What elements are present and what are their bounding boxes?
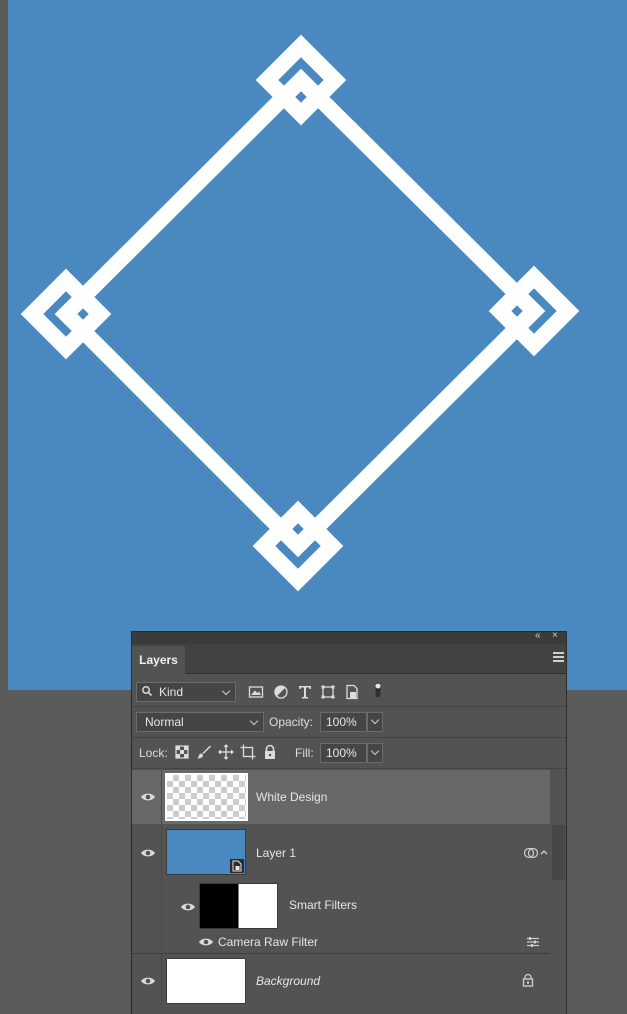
layer-thumbnail-blue — [166, 829, 246, 875]
diamond-outline — [54, 68, 546, 558]
filter-kind-label: Kind — [159, 685, 184, 699]
layer-row-white-design[interactable]: White Design — [132, 770, 550, 824]
lock-transparent-pixels-icon[interactable] — [174, 744, 190, 760]
close-panel-button[interactable]: × — [552, 630, 558, 641]
visibility-eye-icon[interactable] — [198, 936, 214, 948]
blend-mode-dropdown[interactable]: Normal — [136, 712, 264, 732]
opacity-label: Opacity: — [269, 715, 314, 729]
smart-filter-effects-icon[interactable] — [523, 845, 539, 861]
lock-position-move-icon[interactable] — [218, 744, 234, 760]
white-design-artwork — [20, 34, 580, 592]
smart-object-badge-icon — [230, 859, 244, 873]
layer-name[interactable]: White Design — [256, 790, 327, 804]
layer-row-layer-1[interactable]: Layer 1 — [132, 825, 550, 955]
visibility-eye-icon[interactable] — [140, 847, 156, 859]
layer-thumbnail-transparent — [165, 773, 248, 821]
visibility-eye-icon[interactable] — [140, 975, 156, 987]
collapse-panel-button[interactable]: « — [535, 630, 541, 641]
layer-name[interactable]: Camera Raw Filter — [218, 935, 318, 949]
lock-row: Lock: Fill: 100% — [132, 738, 566, 768]
opacity-dropdown-button[interactable] — [367, 712, 383, 732]
tab-layers[interactable]: Layers — [132, 646, 185, 674]
lock-label: Lock: — [139, 746, 168, 760]
smart-filter-mask-thumbnail — [199, 883, 278, 929]
visibility-eye-icon[interactable] — [180, 901, 196, 913]
layers-scrollbar-thumb[interactable] — [552, 825, 565, 880]
blend-row: Normal Opacity: 100% — [132, 707, 566, 737]
layer-row-camera-raw-filter[interactable]: Camera Raw Filter — [132, 932, 550, 953]
panel-menu-icon[interactable] — [553, 652, 564, 664]
filter-row: Kind — [132, 674, 566, 706]
opacity-input[interactable]: 100% — [320, 712, 367, 732]
lock-artboard-icon[interactable] — [240, 744, 256, 760]
lock-all-icon[interactable] — [262, 744, 278, 760]
chevron-up-icon[interactable] — [539, 847, 549, 857]
fill-input[interactable]: 100% — [320, 743, 367, 763]
panel-title-strip: « × — [132, 630, 566, 644]
panel-tab-row: Layers — [132, 644, 566, 674]
fill-label: Fill: — [295, 746, 314, 760]
blend-mode-value: Normal — [145, 715, 184, 729]
layer-name[interactable]: Smart Filters — [289, 898, 357, 912]
document-canvas[interactable] — [8, 0, 627, 690]
layer-row-smart-filters[interactable]: Smart Filters — [132, 880, 550, 932]
layer-name[interactable]: Layer 1 — [256, 846, 296, 860]
layer-name[interactable]: Background — [256, 974, 320, 988]
lock-image-pixels-brush-icon[interactable] — [196, 744, 212, 760]
visibility-eye-icon[interactable] — [140, 791, 156, 803]
filter-toggle-icon[interactable] — [370, 682, 386, 698]
filter-shape-icon[interactable] — [320, 684, 336, 700]
filter-pixel-icon[interactable] — [248, 684, 264, 700]
fill-dropdown-button[interactable] — [367, 743, 383, 763]
filter-adjustment-icon[interactable] — [273, 684, 289, 700]
search-icon — [142, 686, 153, 697]
layers-panel: « × Layers Kind Normal Opacity: 100% Loc… — [131, 630, 567, 1014]
filter-kind-dropdown[interactable]: Kind — [136, 682, 236, 702]
layer-row-background[interactable]: Background — [132, 954, 550, 1008]
filter-blending-options-icon[interactable] — [526, 935, 540, 949]
filter-type-icon[interactable] — [297, 684, 313, 700]
layer-thumbnail-white — [166, 958, 246, 1004]
lock-icon — [522, 973, 534, 987]
filter-smart-object-icon[interactable] — [344, 684, 360, 700]
